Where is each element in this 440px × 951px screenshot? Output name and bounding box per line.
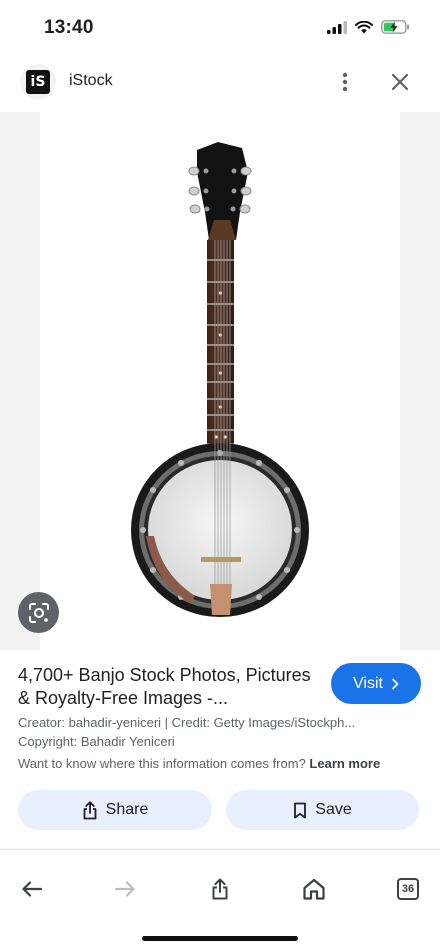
- site-header: iS iStock: [0, 56, 440, 110]
- share-icon: [212, 878, 228, 900]
- wifi-icon: [355, 20, 373, 33]
- tab-count: 36: [397, 878, 419, 900]
- forward-button[interactable]: [111, 875, 139, 903]
- learn-more-link[interactable]: Learn more: [309, 756, 380, 771]
- close-button[interactable]: [386, 68, 414, 96]
- tabs-button[interactable]: 36: [394, 875, 422, 903]
- bookmark-icon: [294, 802, 307, 818]
- istock-logo-icon: iS: [26, 70, 50, 94]
- site-logo[interactable]: iS: [20, 64, 56, 100]
- share-icon: [83, 800, 97, 819]
- google-lens-button[interactable]: [18, 592, 59, 633]
- banjo-illustration: [131, 142, 309, 617]
- more-options-button[interactable]: [333, 67, 357, 97]
- signal-icon: [327, 20, 347, 34]
- visit-label: Visit: [353, 674, 383, 692]
- browser-share-button[interactable]: [206, 875, 234, 903]
- browser-toolbar: 36: [0, 850, 440, 926]
- home-indicator: [142, 936, 298, 941]
- save-label: Save: [315, 801, 352, 818]
- arrow-left-icon: [22, 881, 43, 897]
- info-text: Want to know where this information come…: [18, 756, 306, 771]
- info-source-line: Want to know where this information come…: [18, 756, 380, 771]
- copyright-line: Copyright: Bahadir Yeniceri: [18, 734, 175, 749]
- save-button[interactable]: Save: [226, 790, 419, 830]
- more-vert-icon: [342, 72, 348, 92]
- share-button[interactable]: Share: [18, 790, 212, 830]
- share-label: Share: [105, 801, 149, 818]
- lens-icon: [28, 602, 49, 623]
- home-icon: [303, 878, 325, 900]
- arrow-right-icon: [114, 881, 135, 897]
- chevron-right-icon: [392, 678, 399, 689]
- visit-button[interactable]: Visit: [331, 663, 421, 704]
- creator-credit-line: Creator: bahadir-yeniceri | Credit: Gett…: [18, 715, 356, 730]
- status-icons: [327, 20, 410, 34]
- image-preview-area: [0, 112, 440, 650]
- status-bar: 13:40: [0, 0, 440, 56]
- result-title[interactable]: 4,700+ Banjo Stock Photos, Pictures & Ro…: [18, 664, 318, 710]
- back-button[interactable]: [18, 875, 46, 903]
- status-time: 13:40: [44, 17, 94, 38]
- banjo-image[interactable]: [40, 112, 400, 650]
- site-name[interactable]: iStock: [69, 72, 113, 90]
- battery-charging-icon: [381, 20, 409, 34]
- home-button[interactable]: [300, 875, 328, 903]
- close-icon: [391, 73, 409, 91]
